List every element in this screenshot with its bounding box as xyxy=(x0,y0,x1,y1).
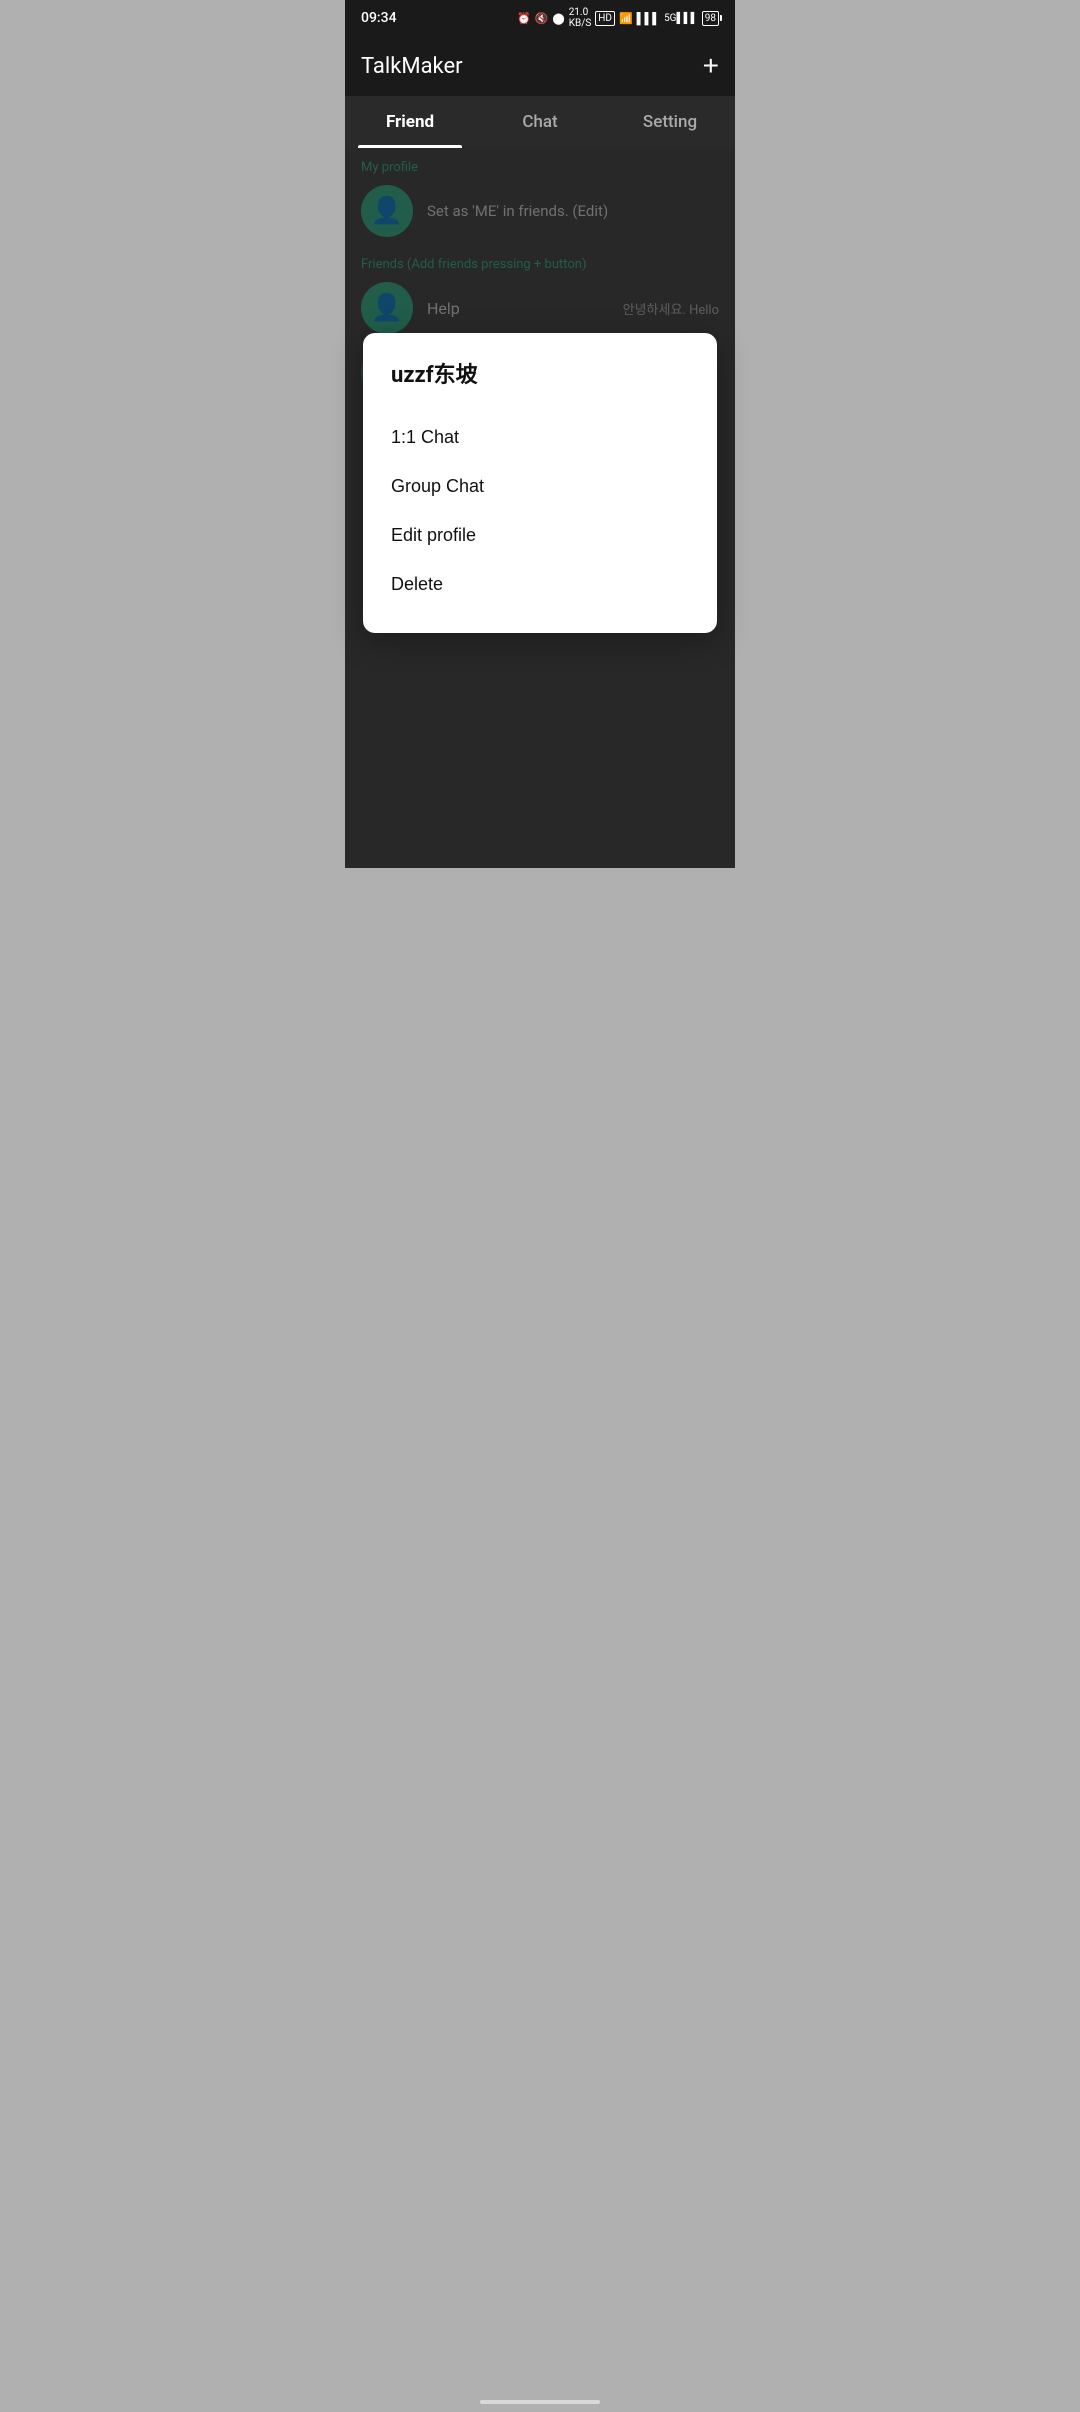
bluetooth-icon: ⬤ xyxy=(552,12,564,25)
mute-icon: 🔇 xyxy=(535,12,549,25)
app-header: TalkMaker + xyxy=(345,36,735,96)
tab-bar: Friend Chat Setting xyxy=(345,96,735,148)
bottom-home-indicator xyxy=(480,2400,600,2404)
context-menu-item-delete[interactable]: Delete xyxy=(391,560,689,609)
signal-icon: ▌▌▌ xyxy=(637,12,660,25)
battery-icon: 98 xyxy=(702,11,719,26)
status-bar: 09:34 ⏰ 🔇 ⬤ 21.0KB/S HD 📶 ▌▌▌ 5G▌▌▌ 98 xyxy=(345,0,735,36)
tab-setting[interactable]: Setting xyxy=(605,96,735,148)
main-content: My profile 👤 Set as 'ME' in friends. (Ed… xyxy=(345,148,735,868)
context-menu-item-edit-profile[interactable]: Edit profile xyxy=(391,511,689,560)
tab-chat[interactable]: Chat xyxy=(475,96,605,148)
hd-icon: HD xyxy=(595,11,615,26)
data-speed: 21.0KB/S xyxy=(569,7,592,29)
app-title: TalkMaker xyxy=(361,54,463,79)
add-button[interactable]: + xyxy=(703,52,719,80)
context-menu-item-1-1-chat[interactable]: 1:1 Chat xyxy=(391,413,689,462)
tab-friend[interactable]: Friend xyxy=(345,96,475,148)
context-menu: uzzf东坡 1:1 Chat Group Chat Edit profile … xyxy=(363,333,717,633)
tab-setting-label: Setting xyxy=(643,112,697,132)
alarm-icon: ⏰ xyxy=(517,12,531,25)
context-menu-item-group-chat[interactable]: Group Chat xyxy=(391,462,689,511)
context-menu-title: uzzf东坡 xyxy=(391,357,689,389)
tab-chat-label: Chat xyxy=(522,112,557,132)
5g-signal-icon: 5G▌▌▌ xyxy=(664,13,698,24)
status-time: 09:34 xyxy=(361,10,397,26)
wifi-icon: 📶 xyxy=(619,12,633,25)
tab-friend-label: Friend xyxy=(386,112,434,132)
status-icons: ⏰ 🔇 ⬤ 21.0KB/S HD 📶 ▌▌▌ 5G▌▌▌ 98 xyxy=(517,7,719,29)
battery-level: 98 xyxy=(705,13,716,24)
